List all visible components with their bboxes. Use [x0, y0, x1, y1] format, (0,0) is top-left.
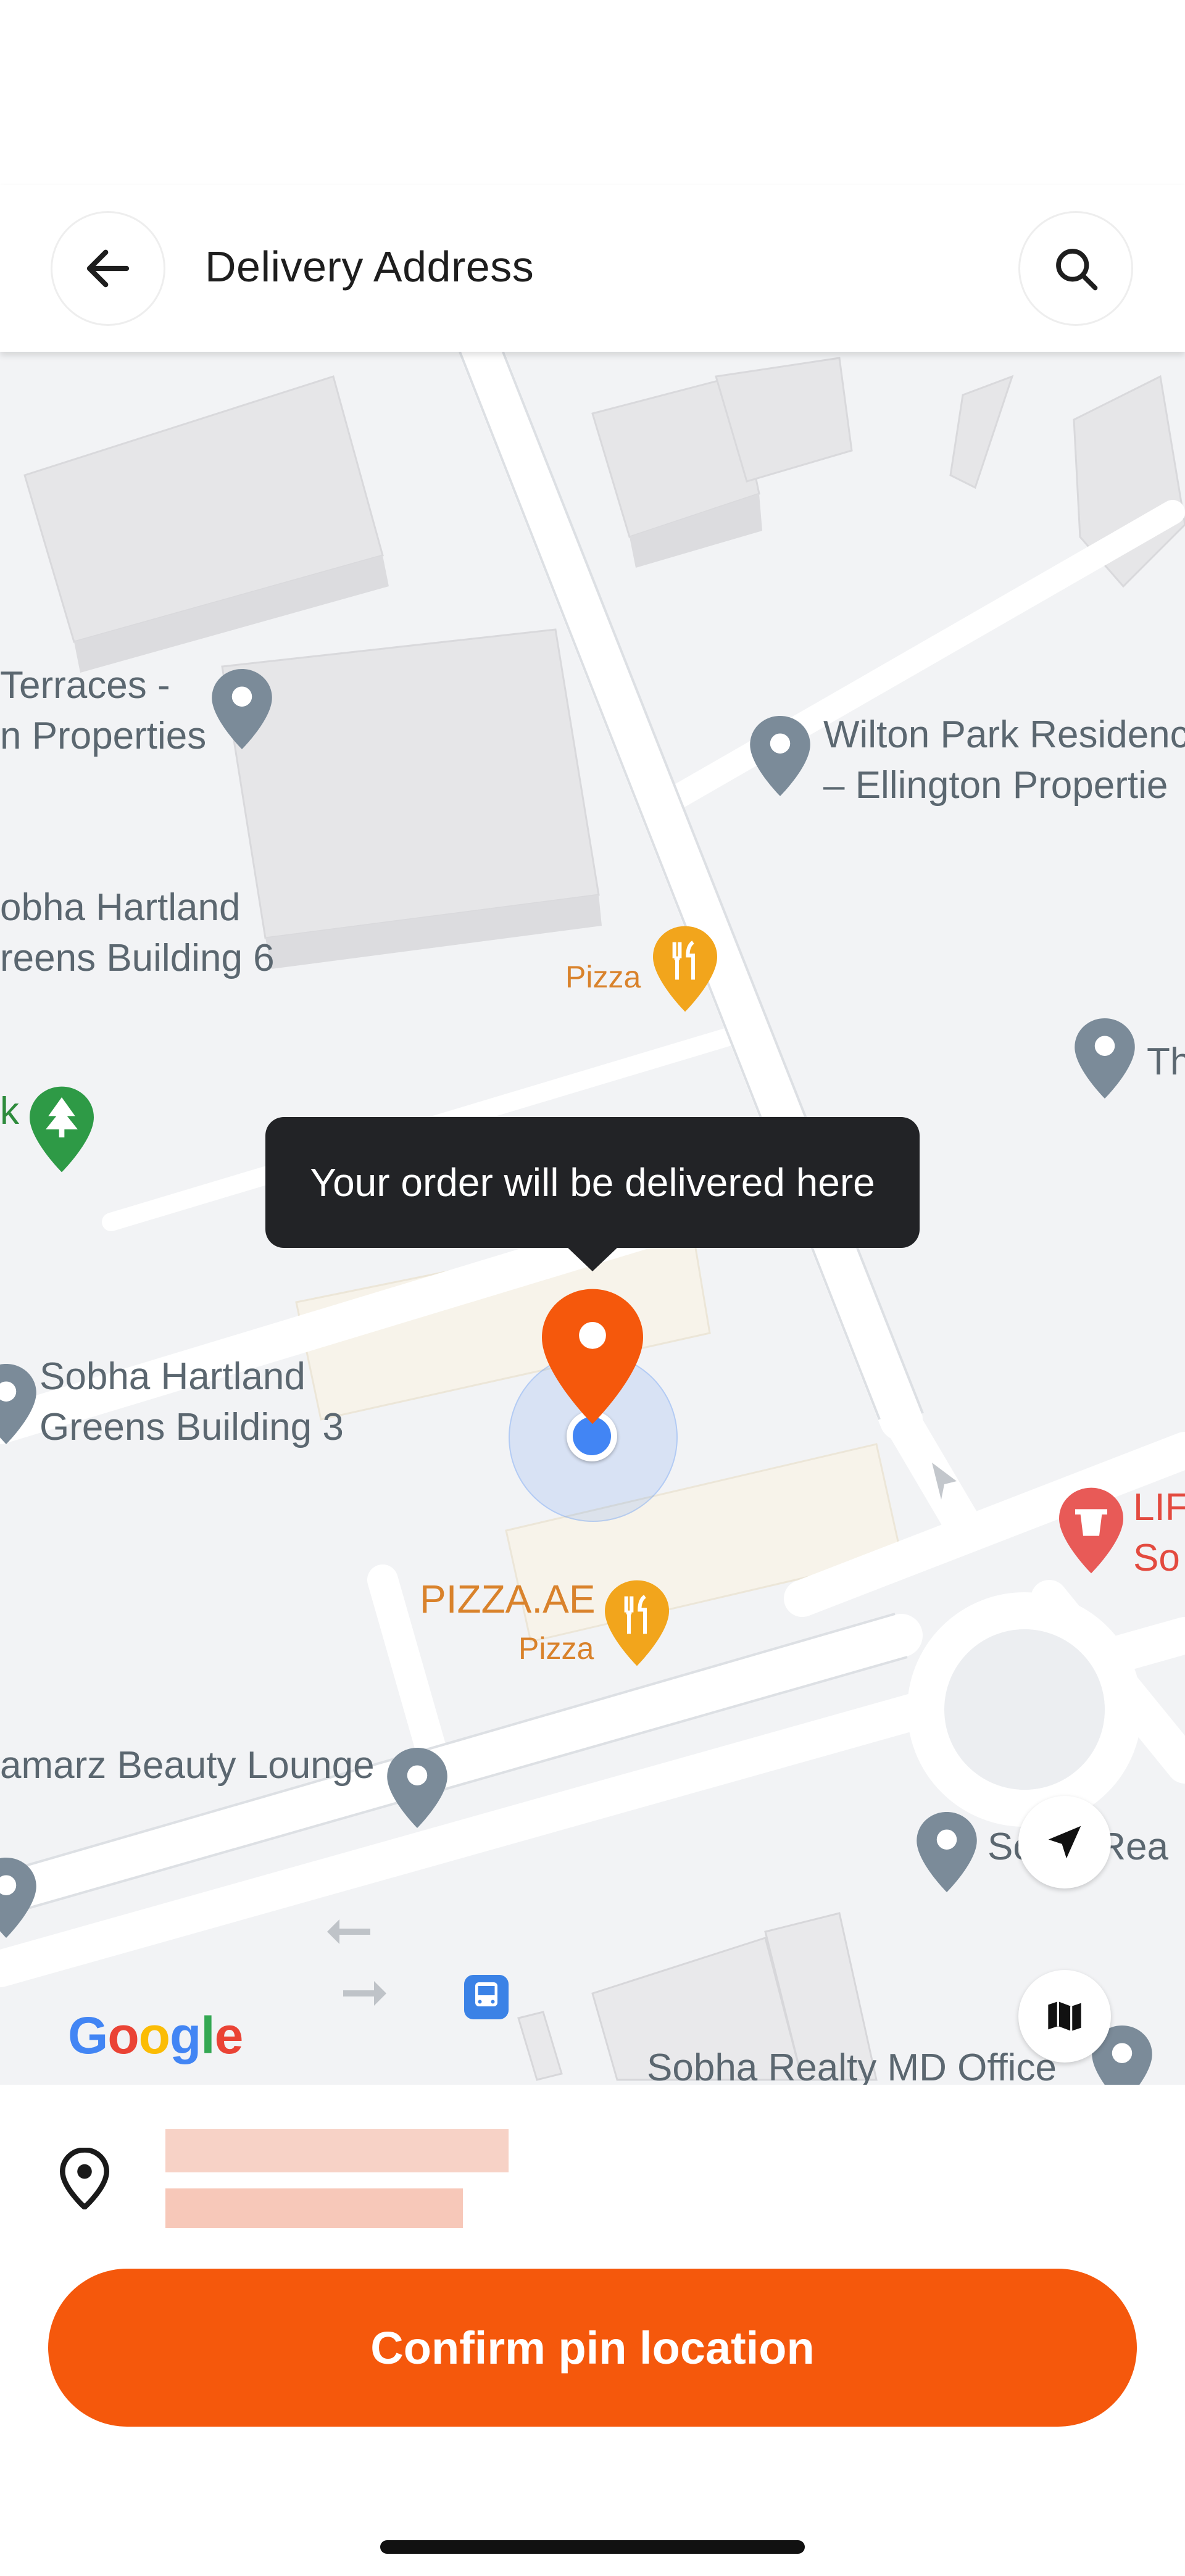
delivery-pin-icon[interactable] — [542, 1289, 643, 1424]
address-subline-redacted — [165, 2188, 463, 2228]
poi-label-th[interactable]: Th — [1147, 1037, 1185, 1087]
restaurant-pin-icon[interactable] — [653, 926, 717, 1012]
gray-pin-icon[interactable] — [211, 669, 273, 749]
map-icon — [1048, 2001, 1081, 2031]
confirm-pin-location-button[interactable]: Confirm pin location — [48, 2269, 1137, 2427]
poi-label-terraces[interactable]: Terraces - n Properties — [0, 660, 206, 762]
restaurant-pin-icon[interactable] — [605, 1580, 669, 1666]
gray-pin-icon[interactable] — [0, 1858, 37, 1938]
poi-label-sobha-3[interactable]: Sobha Hartland Greens Building 3 — [40, 1352, 344, 1453]
page-title: Delivery Address — [205, 243, 534, 291]
search-icon — [1056, 249, 1098, 291]
map-type-button[interactable] — [1018, 1970, 1111, 2063]
poi-label-pizza-ae[interactable]: PIZZA.AE — [420, 1574, 596, 1624]
bottom-panel: Confirm pin location — [0, 2085, 1185, 2576]
app-header: Delivery Address — [0, 185, 1185, 352]
navigation-arrow-icon — [1048, 1826, 1081, 1859]
poi-label-pizza-ae-sub[interactable]: Pizza — [518, 1623, 594, 1674]
location-pin-icon — [59, 2148, 110, 2209]
google-logo: Google — [68, 2006, 243, 2064]
pharmacy-pin-icon[interactable] — [1059, 1487, 1123, 1574]
gray-pin-icon[interactable] — [386, 1748, 448, 1828]
poi-label-park[interactable]: k — [0, 1086, 19, 1137]
home-indicator — [380, 2540, 805, 2554]
poi-label-pizza[interactable]: Pizza — [565, 952, 641, 1002]
arrow-left-icon — [86, 249, 130, 288]
gray-pin-icon[interactable] — [1074, 1018, 1136, 1099]
poi-label-lif[interactable]: LIF So — [1133, 1482, 1185, 1584]
arrow-marker-icon — [932, 1463, 957, 1500]
my-location-button[interactable] — [1018, 1796, 1111, 1888]
delivery-tooltip: Your order will be delivered here — [265, 1117, 920, 1248]
poi-label-beauty-lounge[interactable]: amarz Beauty Lounge — [0, 1740, 375, 1791]
search-button[interactable] — [1018, 211, 1133, 326]
road-arrow-icon — [327, 1919, 370, 1944]
poi-label-wilton-park[interactable]: Wilton Park Residenc – Ellington Propert… — [823, 710, 1185, 811]
gray-pin-icon[interactable] — [749, 716, 811, 796]
tooltip-arrow — [567, 1247, 618, 1271]
poi-label-sobha-md[interactable]: Sobha Realty MD Office — [647, 2043, 1057, 2085]
status-bar-area — [0, 0, 1185, 185]
back-button[interactable] — [51, 211, 165, 326]
road-arrow-icon — [343, 1981, 386, 2006]
gray-pin-icon[interactable] — [0, 1364, 37, 1444]
park-pin-icon[interactable] — [30, 1086, 94, 1173]
poi-label-sobha-6[interactable]: obha Hartland reens Building 6 — [0, 883, 275, 984]
address-line-redacted — [165, 2129, 509, 2172]
map-view[interactable]: Terraces - n Properties Wilton Park Resi… — [0, 352, 1185, 2085]
gray-pin-icon[interactable] — [916, 1812, 978, 1892]
bus-stop-icon[interactable] — [464, 1975, 509, 2019]
